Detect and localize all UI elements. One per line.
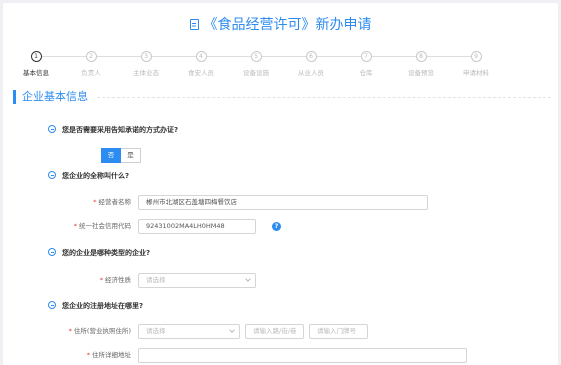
- step-number: 7: [360, 51, 372, 62]
- section-header: 企业基本信息: [13, 89, 551, 105]
- progress-steps: 1 基本信息 2 负责人 3 主体业态 4 食安人员 5 设备设施 6 从业人员…: [3, 51, 558, 81]
- question-registered-address: 您企业的注册地址在哪里?: [48, 300, 143, 312]
- step-label: 仓库: [359, 69, 373, 77]
- question-text: 您企业的注册地址在哪里?: [62, 302, 144, 310]
- question-full-name: 您企业的全称叫什么?: [48, 170, 129, 182]
- step-label: 设备预览: [408, 69, 434, 77]
- field-label-text: 住所详细地址: [92, 351, 131, 359]
- page-title: 《食品经营许可》新办申请: [3, 15, 558, 35]
- step-employees[interactable]: 6 从业人员: [281, 51, 341, 77]
- street-input[interactable]: 请输入路/街/巷: [245, 324, 304, 339]
- step-number: 3: [140, 51, 152, 62]
- chevron-down-icon: [229, 327, 235, 333]
- address-detail-label: * 住所详细地址: [63, 348, 131, 363]
- step-label: 主体业态: [133, 69, 159, 77]
- house-number-input[interactable]: 请输入门牌号: [309, 324, 368, 339]
- residence-label: * 住所(营业执照住所): [43, 324, 131, 339]
- economic-nature-label: * 经济性质: [63, 273, 131, 288]
- required-mark: *: [73, 222, 77, 230]
- operator-name-label: * 经营者名称: [63, 195, 131, 210]
- help-icon[interactable]: ?: [272, 222, 281, 231]
- commitment-toggle: 否 是: [101, 148, 141, 163]
- field-label-text: 经济性质: [105, 276, 131, 284]
- step-label: 设备设施: [243, 69, 269, 77]
- question-commitment: 您是否需要采用告知承诺的方式办证?: [48, 124, 178, 136]
- field-label-text: 经营者名称: [98, 198, 132, 206]
- chat-bubble-icon: [48, 301, 56, 309]
- step-number: 9: [470, 51, 482, 62]
- step-application-materials[interactable]: 9 申请材料: [446, 51, 506, 77]
- step-business-type[interactable]: 3 主体业态: [116, 51, 176, 77]
- select-placeholder: 请选择: [146, 327, 166, 335]
- toggle-no-button[interactable]: 否: [101, 148, 121, 163]
- question-enterprise-type: 您的企业是哪种类型的企业?: [48, 247, 150, 259]
- section-divider: [97, 97, 551, 98]
- step-number: 6: [305, 51, 317, 62]
- step-equipment[interactable]: 5 设备设施: [226, 51, 286, 77]
- step-number: 2: [85, 51, 97, 62]
- required-mark: *: [86, 351, 90, 359]
- step-number: 5: [250, 51, 262, 62]
- question-text: 您的企业是哪种类型的企业?: [62, 249, 151, 257]
- step-label: 负责人: [81, 69, 101, 77]
- economic-nature-select[interactable]: 请选择: [138, 273, 256, 288]
- step-number: 4: [195, 51, 207, 62]
- required-mark: *: [93, 198, 97, 206]
- step-equipment-preview[interactable]: 8 设备预览: [391, 51, 451, 77]
- required-mark: *: [99, 276, 103, 284]
- chat-bubble-icon: [48, 248, 56, 256]
- step-food-safety-staff[interactable]: 4 食安人员: [171, 51, 231, 77]
- page-title-text: 《食品经营许可》新办申请: [203, 17, 372, 33]
- step-label: 基本信息: [23, 69, 49, 77]
- field-label-text: 统一社会信用代码: [79, 222, 131, 230]
- step-number: 1: [30, 51, 42, 62]
- select-placeholder: 请选择: [146, 276, 166, 284]
- application-page: 《食品经营许可》新办申请 1 基本信息 2 负责人 3 主体业态 4 食安人员 …: [3, 3, 558, 365]
- step-basic-info[interactable]: 1 基本信息: [6, 51, 66, 77]
- document-icon: [189, 19, 199, 30]
- required-mark: *: [68, 327, 72, 335]
- residence-region-select[interactable]: 请选择: [138, 324, 240, 339]
- step-warehouse[interactable]: 7 仓库: [336, 51, 396, 77]
- step-number: 8: [415, 51, 427, 62]
- field-label-text: 住所(营业执照住所): [73, 327, 131, 335]
- question-text: 您企业的全称叫什么?: [62, 172, 130, 180]
- question-text: 您是否需要采用告知承诺的方式办证?: [62, 126, 179, 134]
- chevron-down-icon: [245, 276, 251, 282]
- address-detail-input[interactable]: [138, 348, 467, 363]
- chat-bubble-icon: [48, 125, 56, 133]
- credit-code-label: * 统一社会信用代码: [43, 219, 131, 234]
- credit-code-input[interactable]: 92431002MA4LH0HM48: [138, 219, 256, 234]
- step-label: 食安人员: [188, 69, 214, 77]
- chat-bubble-icon: [48, 171, 56, 179]
- section-title: 企业基本信息: [22, 90, 88, 103]
- step-label: 从业人员: [298, 69, 324, 77]
- step-label: 申请材料: [463, 69, 489, 77]
- step-responsible-person[interactable]: 2 负责人: [61, 51, 121, 77]
- operator-name-input[interactable]: 郴州市北湖区石盖塘四梅餐饮店: [138, 195, 428, 210]
- section-accent-bar: [13, 90, 16, 104]
- toggle-yes-button[interactable]: 是: [121, 148, 141, 163]
